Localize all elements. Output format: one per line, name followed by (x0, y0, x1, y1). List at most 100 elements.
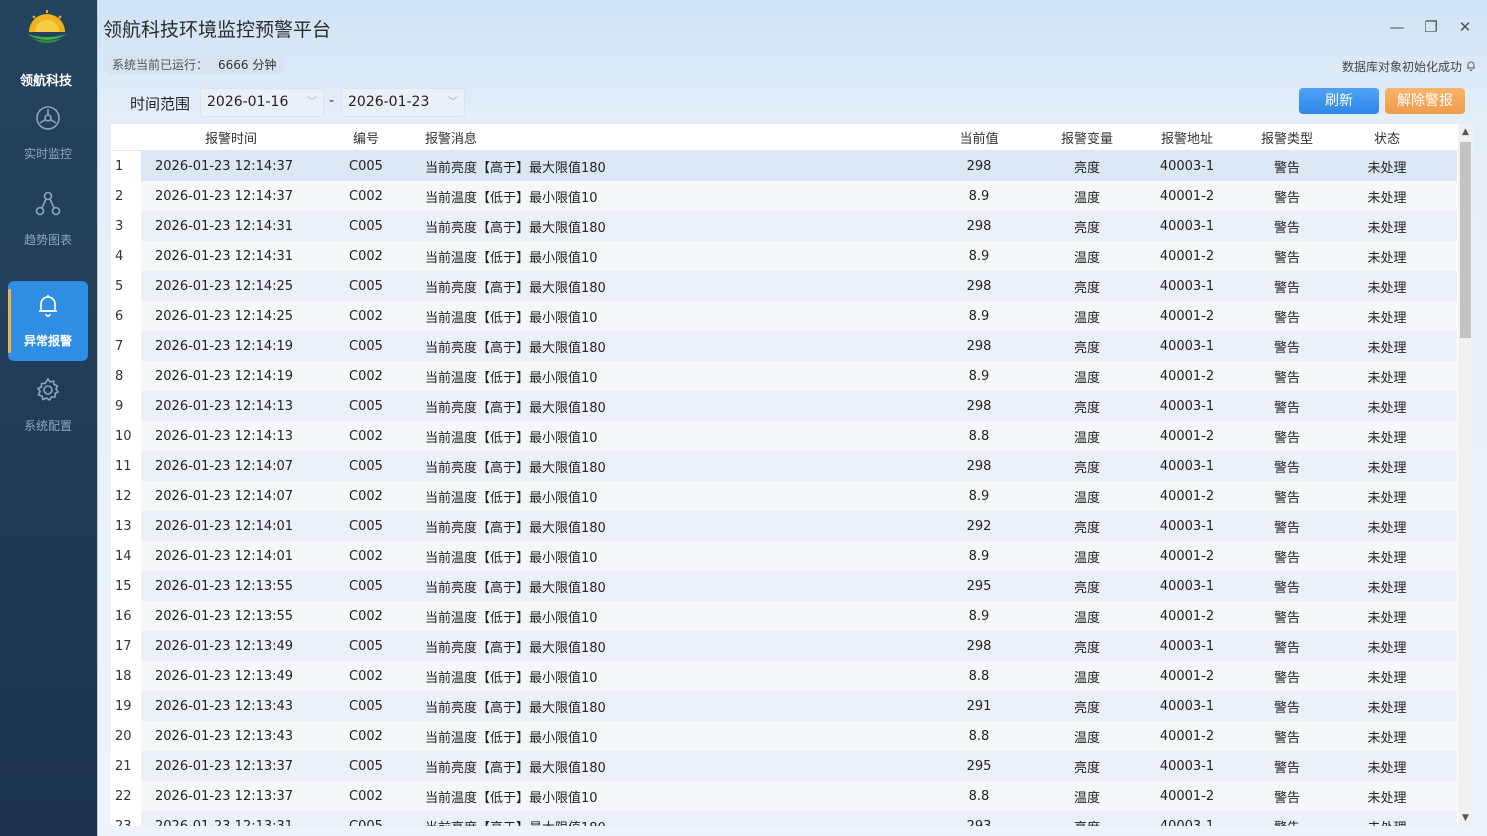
nodes-icon (35, 191, 61, 216)
runtime-label: 系统当前已运行： (112, 58, 209, 72)
gear-icon (36, 377, 60, 402)
table-row[interactable]: 17 2026-01-23 12:13:49 C005 当前亮度【高于】最大限值180… (111, 631, 1457, 661)
chevron-down-icon: ﹀ (448, 97, 458, 108)
nav-item-realtime-monitor[interactable]: 实时监控 (8, 94, 88, 174)
row-spacer (1437, 181, 1457, 211)
row-code: C005 (321, 691, 411, 721)
table-row[interactable]: 5 2026-01-23 12:14:25 C005 当前亮度【高于】最大限值180 2… (111, 271, 1457, 301)
header-alarm-address[interactable]: 报警地址 (1137, 124, 1237, 151)
header-alarm-message[interactable]: 报警消息 (411, 124, 921, 151)
row-alarm-time: 2026-01-23 12:14:19 (141, 361, 321, 391)
table-row[interactable]: 1 2026-01-23 12:14:37 C005 当前亮度【高于】最大限值180 2… (111, 150, 1457, 181)
row-alarm-type: 警告 (1237, 301, 1337, 331)
row-alarm-variable: 亮度 (1037, 571, 1137, 601)
row-code: C005 (321, 211, 411, 241)
row-current-value: 8.9 (921, 181, 1037, 211)
notification-bell-icon[interactable] (1466, 60, 1476, 71)
row-status: 未处理 (1337, 271, 1437, 301)
bell-icon (39, 295, 57, 317)
row-alarm-type: 警告 (1237, 511, 1337, 541)
table-row[interactable]: 15 2026-01-23 12:13:55 C005 当前亮度【高于】最大限值180… (111, 571, 1457, 601)
row-alarm-message: 当前亮度【高于】最大限值180 (411, 511, 921, 541)
header-alarm-variable[interactable]: 报警变量 (1037, 124, 1137, 151)
table-row[interactable]: 21 2026-01-23 12:13:37 C005 当前亮度【高于】最大限值180… (111, 751, 1457, 781)
row-index: 21 (111, 751, 141, 781)
table-row[interactable]: 16 2026-01-23 12:13:55 C002 当前温度【低于】最小限值10 8… (111, 601, 1457, 631)
row-alarm-message: 当前亮度【高于】最大限值180 (411, 451, 921, 481)
row-alarm-address: 40003-1 (1137, 331, 1237, 361)
row-alarm-time: 2026-01-23 12:14:07 (141, 481, 321, 511)
header-status[interactable]: 状态 (1337, 124, 1437, 151)
row-code: C005 (321, 511, 411, 541)
row-code: C005 (321, 391, 411, 421)
table-row[interactable]: 8 2026-01-23 12:14:19 C002 当前温度【低于】最小限值10 8.… (111, 361, 1457, 391)
row-alarm-time: 2026-01-23 12:14:13 (141, 391, 321, 421)
scroll-up-icon[interactable]: ▲ (1458, 124, 1473, 140)
header-current-value[interactable]: 当前值 (921, 124, 1037, 151)
table-row[interactable]: 14 2026-01-23 12:14:01 C002 当前温度【低于】最小限值10 8… (111, 541, 1457, 571)
nav-label: 系统配置 (23, 419, 72, 433)
table-row[interactable]: 3 2026-01-23 12:14:31 C005 当前亮度【高于】最大限值180 2… (111, 211, 1457, 241)
main-panel: 领航科技环境监控预警平台 — ❐ ✕ 系统当前已运行： 6666 分钟 数据库对象… (97, 0, 1487, 836)
table-row[interactable]: 7 2026-01-23 12:14:19 C005 当前亮度【高于】最大限值180 2… (111, 331, 1457, 361)
row-spacer (1437, 631, 1457, 661)
row-current-value: 298 (921, 451, 1037, 481)
start-date-picker[interactable]: 2026-01-16 ﹀ (200, 88, 324, 117)
table-row[interactable]: 9 2026-01-23 12:14:13 C005 当前亮度【高于】最大限值180 2… (111, 391, 1457, 421)
row-alarm-time: 2026-01-23 12:13:49 (141, 661, 321, 691)
table-row[interactable]: 10 2026-01-23 12:14:13 C002 当前温度【低于】最小限值10 8… (111, 421, 1457, 451)
minimize-button[interactable]: — (1388, 18, 1406, 36)
table-row[interactable]: 20 2026-01-23 12:13:43 C002 当前温度【低于】最小限值10 8… (111, 721, 1457, 751)
header-code[interactable]: 编号 (321, 124, 411, 151)
nav-item-system-config[interactable]: 系统配置 (8, 366, 88, 446)
header-alarm-time[interactable]: 报警时间 (141, 124, 321, 151)
row-alarm-variable: 亮度 (1037, 511, 1137, 541)
end-date-picker[interactable]: 2026-01-23 ﹀ (341, 88, 465, 117)
table-row[interactable]: 22 2026-01-23 12:13:37 C002 当前温度【低于】最小限值10 8… (111, 781, 1457, 811)
row-code: C005 (321, 150, 411, 181)
restore-button[interactable]: ❐ (1422, 18, 1440, 36)
row-status: 未处理 (1337, 481, 1437, 511)
row-alarm-type: 警告 (1237, 481, 1337, 511)
header-alarm-type[interactable]: 报警类型 (1237, 124, 1337, 151)
row-status: 未处理 (1337, 181, 1437, 211)
row-index: 7 (111, 331, 141, 361)
row-code: C002 (321, 481, 411, 511)
row-alarm-address: 40001-2 (1137, 541, 1237, 571)
scroll-thumb[interactable] (1460, 142, 1471, 338)
row-spacer (1437, 421, 1457, 451)
row-status: 未处理 (1337, 811, 1437, 826)
row-spacer (1437, 271, 1457, 301)
row-code: C002 (321, 421, 411, 451)
header-index (111, 124, 141, 151)
clear-alarm-button[interactable]: 解除警报 (1385, 88, 1465, 114)
row-index: 22 (111, 781, 141, 811)
table-row[interactable]: 12 2026-01-23 12:14:07 C002 当前温度【低于】最小限值10 8… (111, 481, 1457, 511)
row-alarm-time: 2026-01-23 12:14:31 (141, 241, 321, 271)
nav-item-trend-chart[interactable]: 趋势图表 (8, 180, 88, 260)
nav-item-abnormal-alarm[interactable]: 异常报警 (8, 281, 88, 361)
row-index: 2 (111, 181, 141, 211)
end-date-value: 2026-01-23 (348, 94, 430, 110)
table-row[interactable]: 6 2026-01-23 12:14:25 C002 当前温度【低于】最小限值10 8.… (111, 301, 1457, 331)
table-row[interactable]: 13 2026-01-23 12:14:01 C005 当前亮度【高于】最大限值180… (111, 511, 1457, 541)
table-row[interactable]: 11 2026-01-23 12:14:07 C005 当前亮度【高于】最大限值180… (111, 451, 1457, 481)
row-alarm-message: 当前温度【低于】最小限值10 (411, 301, 921, 331)
table-row[interactable]: 4 2026-01-23 12:14:31 C002 当前温度【低于】最小限值10 8.… (111, 241, 1457, 271)
row-alarm-time: 2026-01-23 12:13:49 (141, 631, 321, 661)
row-alarm-time: 2026-01-23 12:13:43 (141, 721, 321, 751)
row-alarm-time: 2026-01-23 12:14:19 (141, 331, 321, 361)
row-index: 5 (111, 271, 141, 301)
refresh-button[interactable]: 刷新 (1299, 88, 1379, 114)
vertical-scrollbar[interactable]: ▲ ▼ (1458, 124, 1473, 826)
row-alarm-address: 40003-1 (1137, 751, 1237, 781)
scroll-down-icon[interactable]: ▼ (1458, 810, 1473, 826)
row-alarm-type: 警告 (1237, 571, 1337, 601)
table-row[interactable]: 2 2026-01-23 12:14:37 C002 当前温度【低于】最小限值10 8.… (111, 181, 1457, 211)
table-row[interactable]: 232026-01-23 12:13:31C005当前亮度【高于】最大限值180… (111, 811, 1457, 826)
table-row[interactable]: 19 2026-01-23 12:13:43 C005 当前亮度【高于】最大限值180… (111, 691, 1457, 721)
row-alarm-address: 40001-2 (1137, 181, 1237, 211)
close-button[interactable]: ✕ (1456, 18, 1474, 36)
row-alarm-time: 2026-01-23 12:14:13 (141, 421, 321, 451)
table-row[interactable]: 18 2026-01-23 12:13:49 C002 当前温度【低于】最小限值10 8… (111, 661, 1457, 691)
